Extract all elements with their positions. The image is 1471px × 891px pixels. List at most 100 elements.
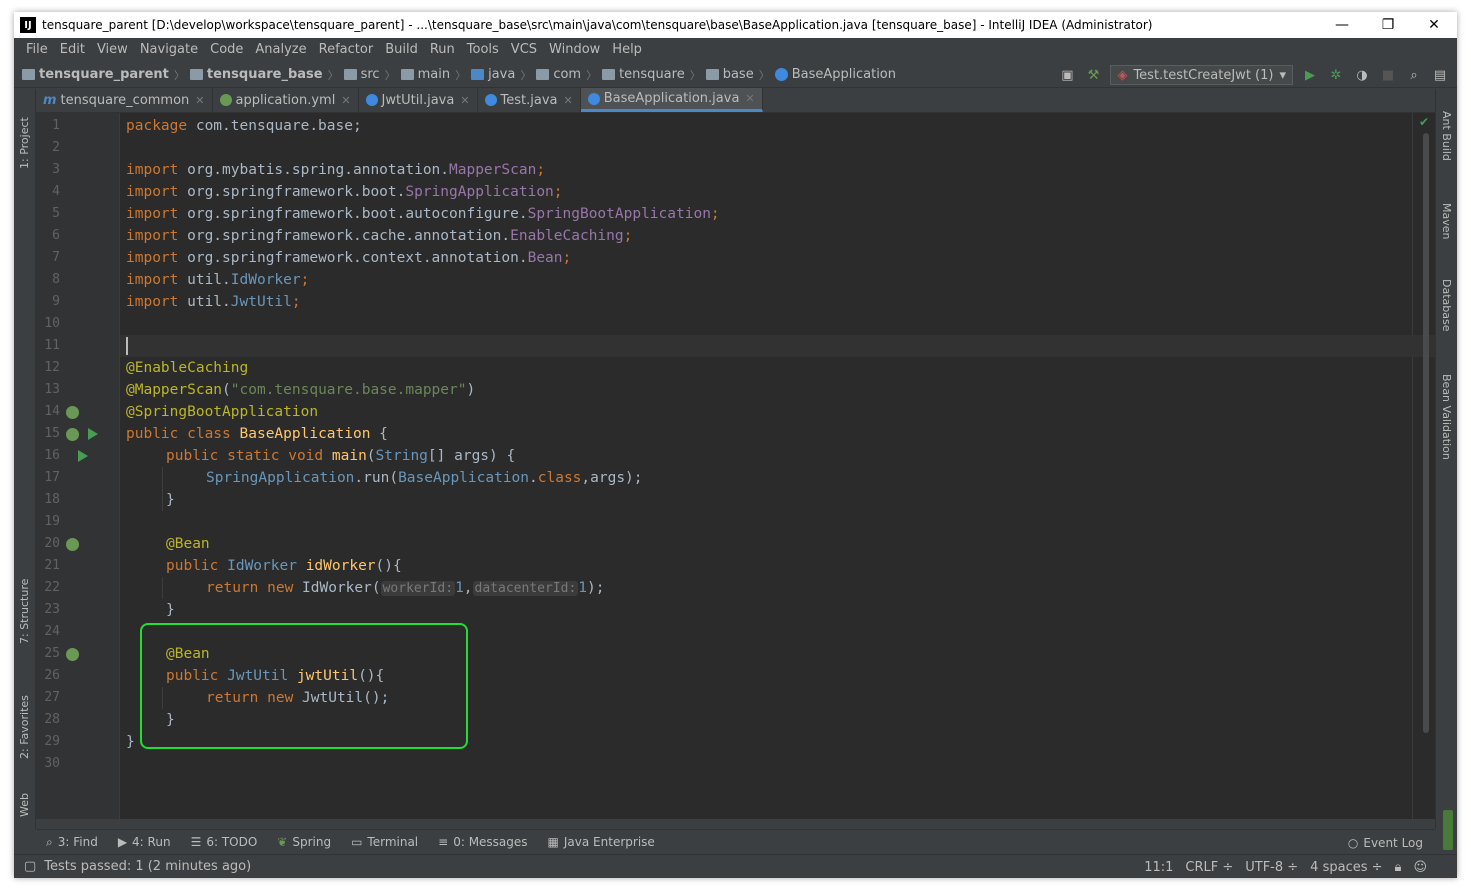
event-log-icon: ○ — [1347, 835, 1359, 850]
search-icon: ⌕ — [46, 834, 53, 849]
close-icon[interactable]: ✕ — [745, 92, 754, 105]
event-log-button[interactable]: ○ Event Log — [1348, 830, 1423, 855]
tab-application-yml[interactable]: application.yml ✕ — [213, 88, 359, 112]
run-icon[interactable]: ▶ — [1301, 66, 1319, 84]
line-number: 9 — [52, 294, 60, 309]
menu-view[interactable]: View — [91, 42, 134, 57]
coverage-icon[interactable]: ◑ — [1353, 66, 1371, 84]
close-icon[interactable]: ✕ — [341, 94, 350, 107]
spring-bean-icon[interactable] — [66, 643, 79, 665]
inspection-ok-icon[interactable]: ✔ — [1419, 115, 1429, 129]
line-separator-selector[interactable]: CRLF ÷ — [1185, 860, 1233, 875]
status-panel-icon[interactable]: ▢ — [24, 859, 36, 874]
folder-icon — [400, 69, 414, 80]
breadcrumb-item[interactable]: tensquare_base — [189, 67, 323, 82]
debug-icon[interactable]: ✲ — [1327, 66, 1345, 84]
menu-tools[interactable]: Tools — [461, 42, 505, 57]
database-tool-tab[interactable]: Database — [1440, 279, 1453, 332]
menu-code[interactable]: Code — [204, 42, 249, 57]
code-line: public class BaseApplication { — [126, 426, 388, 442]
run-gutter-icon[interactable] — [78, 445, 88, 467]
spring-boot-icon[interactable] — [66, 401, 79, 423]
memory-indicator[interactable] — [1443, 810, 1453, 850]
menu-analyze[interactable]: Analyze — [249, 42, 312, 57]
code-line: import org.springframework.boot.autoconf… — [126, 206, 720, 222]
breadcrumb-item[interactable]: main — [400, 67, 450, 82]
run-config-label: Test.testCreateJwt (1) — [1133, 67, 1274, 83]
encoding-selector[interactable]: UTF-8 ÷ — [1245, 860, 1298, 875]
maven-tool-tab[interactable]: Maven — [1440, 203, 1453, 239]
build-hammer-icon[interactable]: ⚒ — [1084, 66, 1102, 84]
vertical-scrollbar[interactable] — [1423, 133, 1429, 733]
run-configuration-select[interactable]: ◈ Test.testCreateJwt (1) ▾ — [1110, 65, 1293, 85]
menu-file[interactable]: File — [20, 42, 54, 57]
terminal-icon: ▭ — [351, 835, 363, 849]
spring-bean-icon[interactable] — [66, 533, 79, 555]
tab-tensquare-common[interactable]: m tensquare_common ✕ — [36, 88, 213, 112]
indent-selector[interactable]: 4 spaces ÷ — [1310, 860, 1382, 875]
project-structure-icon[interactable]: ▣ — [1058, 66, 1076, 84]
close-icon[interactable]: ✕ — [460, 94, 469, 107]
tab-test-java[interactable]: Test.java ✕ — [478, 88, 581, 112]
structure-icon[interactable]: ▤ — [1431, 66, 1449, 84]
line-number: 4 — [52, 184, 60, 199]
favorites-tool-tab[interactable]: 2: Favorites — [18, 695, 31, 759]
menu-run[interactable]: Run — [424, 42, 461, 57]
ant-build-tool-tab[interactable]: Ant Build — [1440, 111, 1453, 161]
breadcrumb-item[interactable]: base — [705, 67, 754, 82]
menu-vcs[interactable]: VCS — [505, 42, 543, 57]
run-gutter-icon[interactable] — [88, 423, 98, 445]
breadcrumb-item[interactable]: src — [343, 67, 380, 82]
status-message[interactable]: Tests passed: 1 (2 minutes ago) — [44, 859, 251, 874]
java-enterprise-tool-button[interactable]: ▦ Java Enterprise — [548, 835, 655, 849]
bottom-tool-bar: ⌕ 3: Find ▶ 4: Run ☰ 6: TODO ❦ Spring ▭ Termi… — [36, 829, 1435, 854]
hector-icon[interactable]: ☺ — [1413, 860, 1427, 875]
tab-jwtutil-java[interactable]: JwtUtil.java ✕ — [359, 88, 478, 112]
spring-class-icon — [774, 68, 788, 81]
minimize-button[interactable]: — — [1319, 12, 1365, 38]
text-caret — [126, 337, 128, 355]
menu-help[interactable]: Help — [606, 42, 648, 57]
run-tool-button[interactable]: ▶ 4: Run — [118, 835, 171, 849]
breadcrumb-item[interactable]: BaseApplication — [774, 67, 896, 82]
todo-tool-button[interactable]: ☰ 6: TODO — [191, 835, 258, 849]
editor-tabs: m tensquare_common ✕ application.yml ✕ J… — [36, 88, 1435, 113]
search-icon[interactable]: ⌕ — [1405, 66, 1423, 84]
menu-refactor[interactable]: Refactor — [313, 42, 380, 57]
web-tool-tab[interactable]: Web — [18, 793, 31, 817]
close-icon[interactable]: ✕ — [564, 94, 573, 107]
bean-validation-tool-tab[interactable]: Bean Validation — [1440, 374, 1453, 460]
breadcrumb-item[interactable]: tensquare — [602, 67, 685, 82]
breadcrumb-item[interactable]: com — [536, 67, 581, 82]
spring-tool-button[interactable]: ❦ Spring — [277, 835, 331, 849]
terminal-tool-button[interactable]: ▭ Terminal — [351, 835, 418, 849]
code-line: return new IdWorker(workerId: 1, datacente… — [206, 580, 605, 596]
menu-navigate[interactable]: Navigate — [134, 42, 204, 57]
lock-icon[interactable]: 🔒︎ — [1395, 860, 1402, 875]
close-icon[interactable]: ✕ — [195, 94, 204, 107]
project-tool-tab[interactable]: 1: Project — [18, 117, 31, 169]
find-tool-button[interactable]: ⌕ 3: Find — [46, 835, 98, 850]
menu-window[interactable]: Window — [543, 42, 606, 57]
line-number: 23 — [44, 602, 60, 617]
code-area[interactable]: package com.tensquare.base; import org.m… — [120, 113, 1435, 819]
breadcrumb-item[interactable]: tensquare_parent — [22, 67, 169, 82]
yaml-file-icon — [219, 94, 232, 106]
caret-position[interactable]: 11:1 — [1144, 860, 1173, 875]
close-button[interactable]: ✕ — [1411, 12, 1457, 38]
menu-build[interactable]: Build — [379, 42, 424, 57]
spring-bean-icon[interactable] — [66, 423, 79, 445]
navigation-bar: tensquare_parent 〉 tensquare_base 〉 src … — [14, 62, 1457, 88]
breadcrumb-item[interactable]: java — [471, 67, 515, 82]
run-toolbar: ▣ ⚒ ◈ Test.testCreateJwt (1) ▾ ▶ ✲ ◑ ■ ⌕… — [1058, 62, 1449, 88]
spring-class-icon — [587, 92, 600, 105]
stop-icon[interactable]: ■ — [1379, 66, 1397, 84]
code-editor[interactable]: 1 2 3 4 5 6 7 8 9 10 11 12 13 14 15 16 1… — [36, 113, 1435, 819]
line-number: 19 — [44, 514, 60, 529]
messages-tool-button[interactable]: ≡ 0: Messages — [438, 835, 527, 849]
structure-tool-tab[interactable]: 7: Structure — [18, 579, 31, 644]
maximize-button[interactable]: ❐ — [1365, 12, 1411, 38]
menu-edit[interactable]: Edit — [54, 42, 91, 57]
chevron-right-icon: 〉 — [455, 68, 467, 82]
tab-baseapplication-java[interactable]: BaseApplication.java ✕ — [580, 88, 763, 112]
